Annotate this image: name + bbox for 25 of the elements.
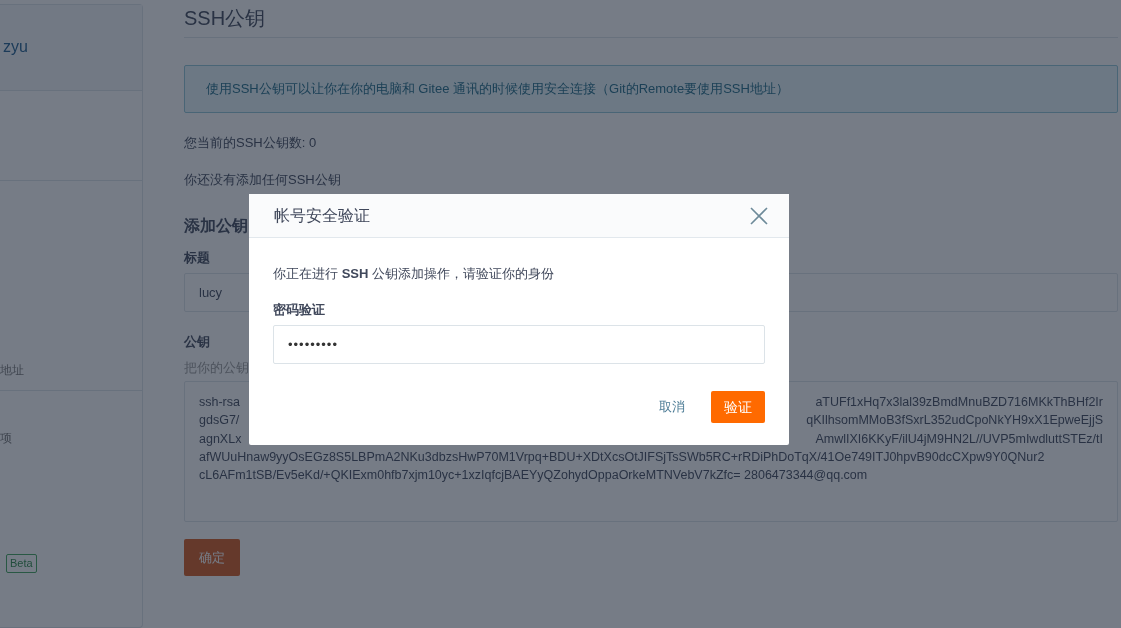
dialog-message: 你正在进行 SSH 公钥添加操作，请验证你的身份 bbox=[273, 265, 555, 283]
field-label: 密码验证 bbox=[273, 301, 325, 317]
key-text: qKIlhsomMMoB3fSxrL352udCpoNkYH9xX1EpweEjjS bbox=[806, 412, 1103, 430]
empty-text: 你还没有添加任何SSH公钥 bbox=[184, 172, 341, 187]
dialog-title: 帐号安全验证 bbox=[274, 205, 370, 226]
key-count-text: 您当前的SSH公钥数: 0 bbox=[184, 134, 317, 150]
cancel-button[interactable]: 取消 bbox=[651, 391, 693, 423]
password-field[interactable]: ••••••••• bbox=[273, 325, 765, 364]
key-text: afWUuHnaw9yyOsEGz8S5LBPmA2NKu3dbzsHwP70M1Vrpq+BDU+XDtXcsOtJIFSjTsSWb5RC+rRDiPhDoTqX/41Oe749ITJ0hpvB90dcCXpw9Y0QNur2 bbox=[199, 448, 1045, 466]
beta-badge: Beta bbox=[6, 554, 37, 573]
key-text: ssh-rsa bbox=[199, 394, 240, 411]
user-name[interactable]: zyu bbox=[3, 38, 28, 55]
page-title: SSH公钥 bbox=[184, 7, 266, 29]
key-text: cL6AFm1tSB/Ev5eKd/+QKIExm0hfb7xjm10yc+1xzIqfcjBAEYyQZohydOppaOrkeMTNVebV7kZfc= 2806473344@qq.com bbox=[199, 467, 868, 485]
section-heading: 添加公钥 bbox=[184, 216, 248, 234]
close-icon[interactable] bbox=[750, 206, 768, 225]
info-notice: 使用SSH公钥可以让你在你的电脑和 Gitee 通讯的时候使用安全连接（Git的Remote要使用SSH地址） bbox=[184, 65, 1118, 113]
submit-button[interactable]: 确定 bbox=[184, 539, 240, 576]
key-text: AmwlIXI6KKyF/ilU4jM9HN2L//UVP5mIwdluttSTEz/tI bbox=[815, 430, 1103, 448]
key-text: gdsG7/ bbox=[199, 412, 240, 430]
field-label: 标题 bbox=[184, 249, 210, 265]
key-text: aTUFf1xHq7x3lal39zBmdMnuBZD716MKkThBHf2Ir bbox=[815, 394, 1103, 411]
key-text: agnXLx bbox=[199, 430, 242, 448]
verify-button[interactable]: 验证 bbox=[711, 391, 765, 423]
field-label: 公钥 bbox=[184, 334, 210, 349]
